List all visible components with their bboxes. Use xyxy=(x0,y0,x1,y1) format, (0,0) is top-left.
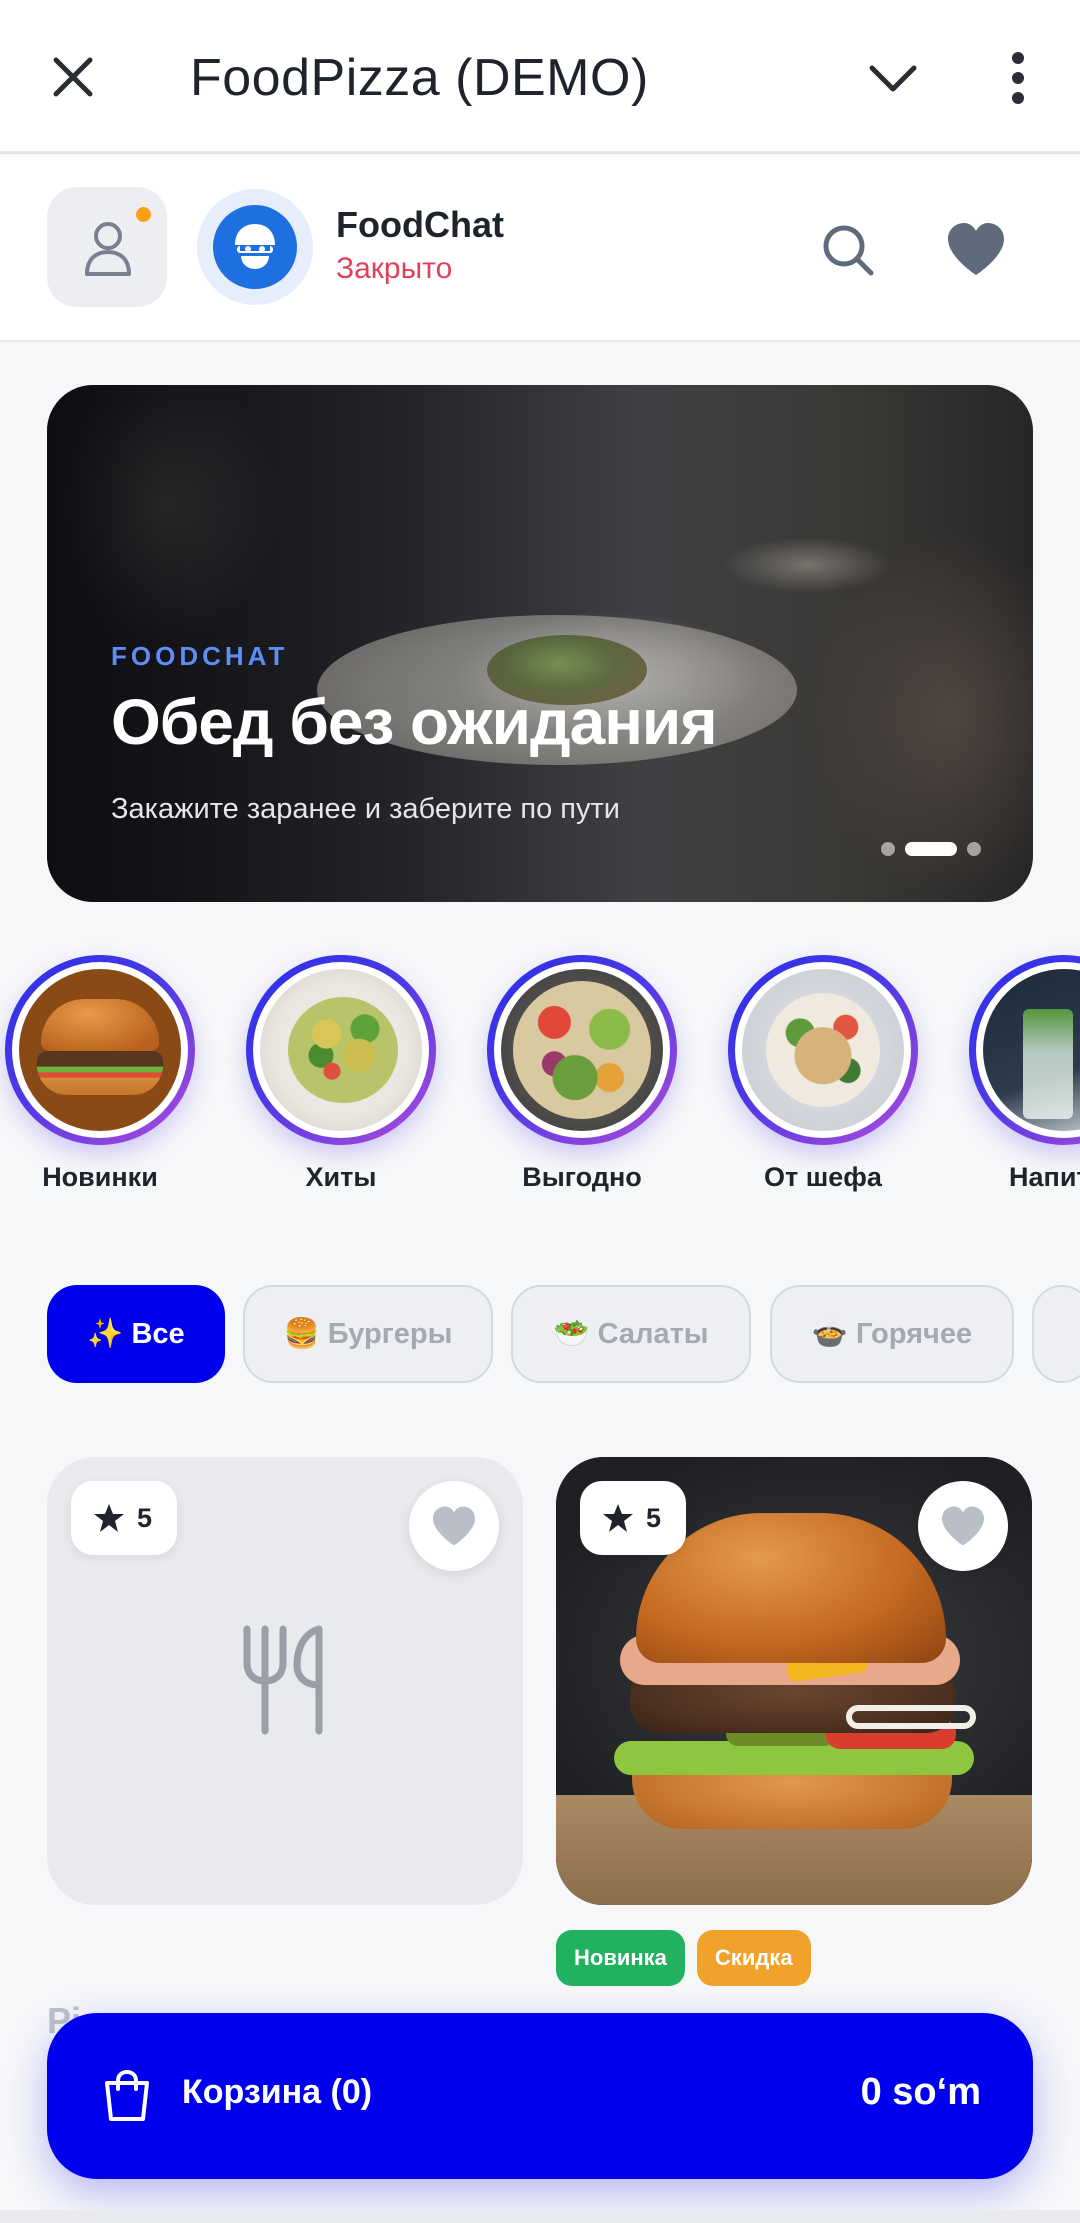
rating-value: 5 xyxy=(646,1502,662,1533)
cart-total: 0 so‘m xyxy=(860,2071,981,2113)
product-badges: Новинка Скидка xyxy=(556,1930,811,1986)
rating-badge: 5 xyxy=(71,1481,177,1555)
app-title: FoodPizza (DEMO) xyxy=(190,49,649,107)
banner-subtitle: Закажите заранее и заберите по пути xyxy=(111,793,620,825)
badge-discount: Скидка xyxy=(696,1930,811,1986)
heart-icon xyxy=(942,1506,984,1546)
story-image-salad xyxy=(260,969,422,1131)
cart-label: Корзина (0) xyxy=(182,2073,373,2111)
carousel-dot[interactable] xyxy=(967,842,981,856)
chip-hot[interactable]: 🍲 Горячее xyxy=(770,1285,1014,1383)
story-label: Хиты xyxy=(305,1162,377,1192)
product-card[interactable]: 5 xyxy=(47,1457,523,1905)
story-hits[interactable]: Хиты xyxy=(246,955,436,1192)
story-label: Выгодно xyxy=(522,1162,642,1192)
story-deals[interactable]: Выгодно xyxy=(487,955,677,1192)
product-card[interactable]: 5 xyxy=(556,1457,1032,1905)
story-image-burger xyxy=(19,969,181,1131)
story-image-bowl xyxy=(501,969,663,1131)
user-icon xyxy=(85,222,131,276)
app-screen: FoodPizza (DEMO) FoodChat Закрыто FOODCH… xyxy=(0,0,1080,2223)
banner-eyebrow: FOODCHAT xyxy=(111,641,289,671)
badge-new: Новинка xyxy=(556,1930,685,1986)
store-status: Закрыто xyxy=(336,252,453,285)
store-header: FoodChat Закрыто xyxy=(0,157,1080,342)
star-icon xyxy=(94,1504,124,1532)
chip-burgers[interactable]: 🍔 Бургеры xyxy=(243,1285,493,1383)
story-image-chef xyxy=(742,969,904,1131)
carousel-dot[interactable] xyxy=(881,842,895,856)
chip-salads[interactable]: 🥗 Салаты xyxy=(511,1285,751,1383)
notification-dot xyxy=(136,207,151,222)
story-drinks[interactable]: Напит xyxy=(969,955,1080,1192)
heart-icon xyxy=(433,1506,475,1546)
close-icon[interactable] xyxy=(48,52,98,102)
store-name: FoodChat xyxy=(336,204,504,245)
store-logo xyxy=(197,189,313,305)
search-icon[interactable] xyxy=(820,222,876,278)
story-label: Новинки xyxy=(42,1162,158,1192)
story-chef[interactable]: От шефа xyxy=(728,955,918,1192)
rating-value: 5 xyxy=(137,1502,153,1533)
chef-logo-icon xyxy=(235,224,275,269)
carousel-indicator xyxy=(881,842,981,856)
bottom-edge xyxy=(0,2210,1080,2223)
chevron-down-icon[interactable] xyxy=(866,58,920,98)
category-chips: ✨ Все 🍔 Бургеры 🥗 Салаты 🍲 Горячее xyxy=(0,1285,1080,1385)
story-label: От шефа xyxy=(764,1162,882,1192)
fork-knife-icon xyxy=(243,1625,323,1735)
rating-badge: 5 xyxy=(580,1481,686,1555)
story-image-drinks xyxy=(983,969,1080,1131)
story-new[interactable]: Новинки xyxy=(5,955,195,1192)
favorite-button[interactable] xyxy=(409,1481,499,1571)
story-label: Напит xyxy=(1009,1162,1080,1192)
shopping-bag-icon xyxy=(105,2069,149,2121)
carousel-dot-active[interactable] xyxy=(905,842,957,856)
banner-title: Обед без ожидания xyxy=(111,686,718,758)
more-vertical-icon[interactable] xyxy=(998,50,1038,106)
cart-button[interactable]: Корзина (0) 0 so‘m xyxy=(47,2013,1033,2179)
promo-banner[interactable]: FOODCHAT Обед без ожидания Закажите зара… xyxy=(47,385,1033,902)
favorite-button[interactable] xyxy=(918,1481,1008,1571)
top-app-bar: FoodPizza (DEMO) xyxy=(0,0,1080,154)
stories-row: Новинки Хиты Выгодно От шефа Напит xyxy=(0,955,1080,1205)
chip-all[interactable]: ✨ Все xyxy=(47,1285,225,1383)
profile-button[interactable] xyxy=(47,187,167,307)
star-icon xyxy=(603,1504,633,1532)
favorites-icon[interactable] xyxy=(946,221,1006,277)
chip-more[interactable] xyxy=(1032,1285,1080,1383)
